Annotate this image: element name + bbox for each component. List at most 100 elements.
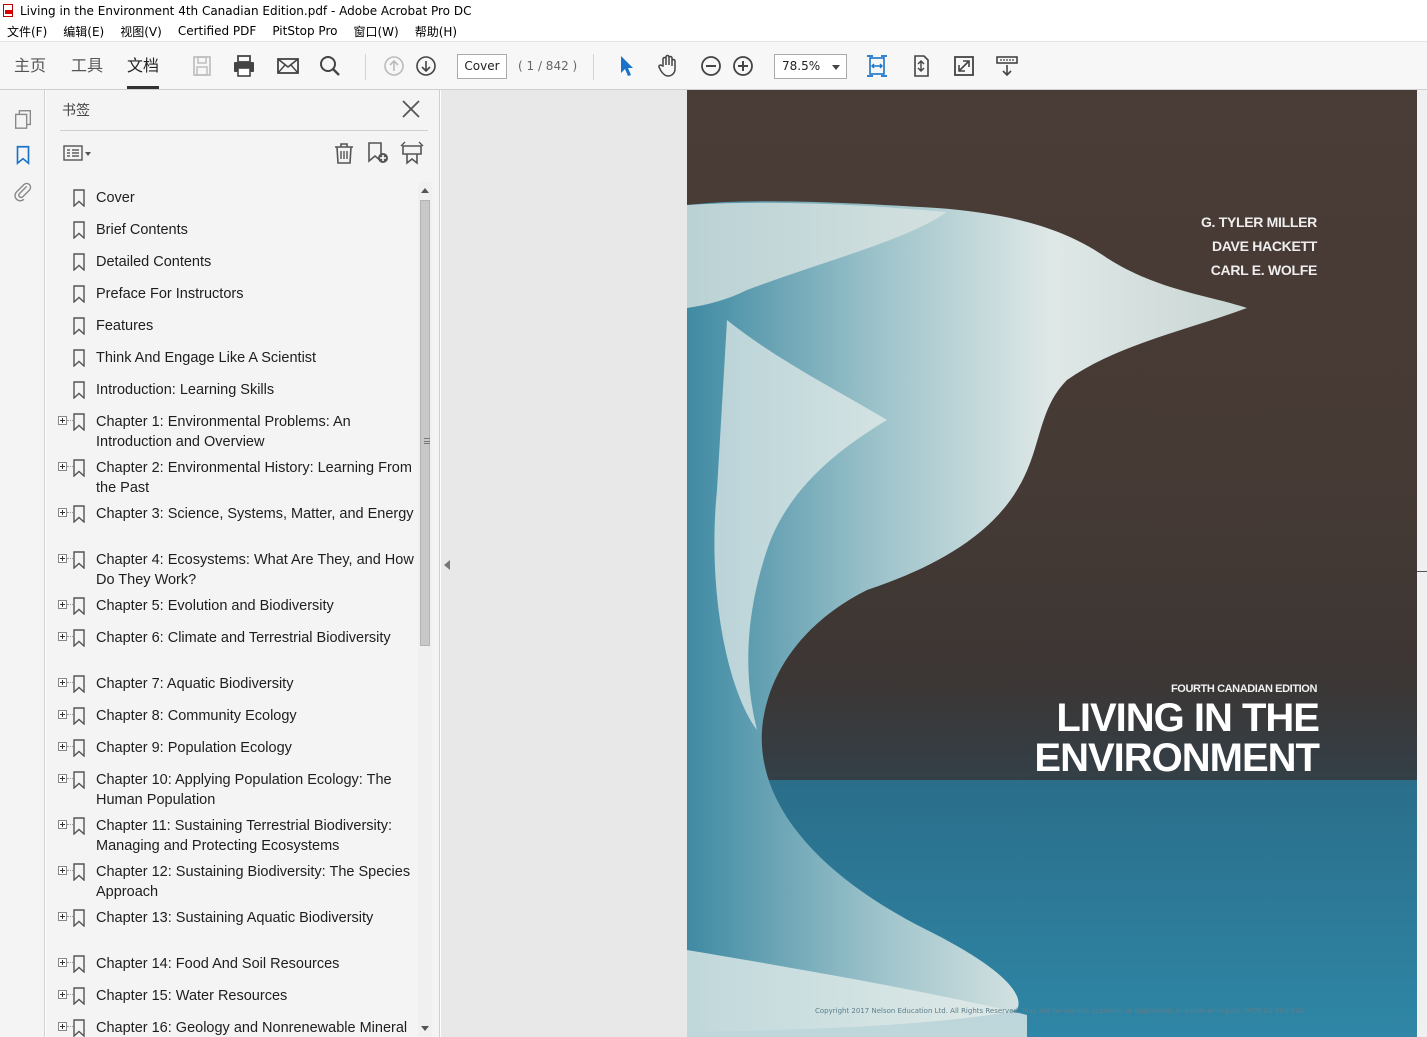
menu-window[interactable]: 窗口(W) bbox=[345, 23, 406, 40]
close-icon[interactable] bbox=[400, 98, 422, 120]
menu-file[interactable]: 文件(F) bbox=[0, 23, 55, 40]
expand-icon[interactable] bbox=[58, 678, 67, 687]
bookmark-label: Cover bbox=[96, 190, 135, 206]
expand-icon[interactable] bbox=[58, 508, 67, 517]
menu-certified-pdf[interactable]: Certified PDF bbox=[170, 24, 265, 38]
expand-icon[interactable] bbox=[58, 912, 67, 921]
page-number-input[interactable]: Cover bbox=[457, 54, 507, 79]
expand-icon[interactable] bbox=[58, 774, 67, 783]
new-bookmark-icon[interactable] bbox=[365, 140, 391, 166]
bookmark-label: Introduction: Learning Skills bbox=[96, 382, 275, 398]
bookmark-toolbar bbox=[46, 134, 440, 172]
bookmark-label: Chapter 8: Community Ecology bbox=[96, 708, 297, 724]
search-icon[interactable] bbox=[316, 52, 344, 80]
expand-icon[interactable] bbox=[58, 462, 67, 471]
bookmark-label: Preface For Instructors bbox=[96, 286, 244, 302]
full-screen-icon[interactable] bbox=[950, 52, 978, 80]
print-icon[interactable] bbox=[230, 52, 258, 80]
attachments-icon[interactable] bbox=[10, 178, 36, 204]
menu-pitstop-pro[interactable]: PitStop Pro bbox=[264, 24, 345, 38]
collapse-panel-arrow-icon[interactable] bbox=[444, 560, 450, 570]
next-page-icon[interactable] bbox=[412, 52, 440, 80]
expand-icon[interactable] bbox=[58, 820, 67, 829]
expand-icon[interactable] bbox=[58, 554, 67, 563]
document-view[interactable]: G. TYLER MILLER DAVE HACKETT CARL E. WOL… bbox=[441, 90, 1427, 1037]
bookmark-icon bbox=[73, 413, 85, 431]
panel-divider bbox=[60, 130, 428, 131]
email-icon[interactable] bbox=[274, 52, 302, 80]
scroll-up-arrow-icon[interactable] bbox=[421, 188, 429, 193]
chevron-down-icon bbox=[832, 65, 840, 70]
cover-author: CARL E. WOLFE bbox=[1210, 262, 1318, 278]
bookmark-icon bbox=[73, 597, 85, 615]
bookmark-icon bbox=[73, 253, 85, 271]
fit-width-scroll-icon[interactable] bbox=[863, 52, 891, 80]
zoom-level-select[interactable]: 78.5% bbox=[774, 54, 847, 79]
zoom-in-icon[interactable] bbox=[729, 52, 757, 80]
bookmark-label: Chapter 1: Environmental Problems: An In… bbox=[96, 414, 351, 450]
cover-author: G. TYLER MILLER bbox=[1200, 214, 1317, 230]
expand-icon[interactable] bbox=[58, 600, 67, 609]
bookmark-icon bbox=[73, 459, 85, 477]
expand-icon[interactable] bbox=[58, 416, 67, 425]
bookmark-icon bbox=[73, 629, 85, 647]
document-scrollbar[interactable] bbox=[1417, 90, 1427, 1037]
scroll-down-arrow-icon[interactable] bbox=[421, 1026, 429, 1031]
expand-icon[interactable] bbox=[58, 866, 67, 875]
bookmark-icon bbox=[73, 285, 85, 303]
bookmarks-panel: 书签 Cover Brief Contents Detailed Contents P… bbox=[46, 90, 440, 1037]
bookmark-label: Chapter 12: Sustaining Biodiversity: The… bbox=[96, 864, 411, 900]
bookmark-label: Detailed Contents bbox=[96, 254, 212, 270]
bookmark-label: Chapter 13: Sustaining Aquatic Biodivers… bbox=[96, 910, 374, 926]
expand-icon[interactable] bbox=[58, 1022, 67, 1031]
panel-title: 书签 bbox=[62, 103, 90, 119]
title-bar: Living in the Environment 4th Canadian E… bbox=[0, 0, 1427, 21]
menu-bar: 文件(F) 编辑(E) 视图(V) Certified PDF PitStop … bbox=[0, 21, 1427, 42]
window-title: Living in the Environment 4th Canadian E… bbox=[20, 3, 472, 18]
menu-help[interactable]: 帮助(H) bbox=[407, 23, 465, 40]
hand-tool-icon[interactable] bbox=[654, 52, 682, 80]
bookmarks-panel-icon[interactable] bbox=[10, 142, 36, 168]
bookmark-icon bbox=[73, 955, 85, 973]
menu-edit[interactable]: 编辑(E) bbox=[55, 23, 112, 40]
new-bookmark-from-structure-icon[interactable] bbox=[399, 140, 425, 166]
expand-icon[interactable] bbox=[58, 710, 67, 719]
bookmark-icon bbox=[73, 317, 85, 335]
cover-copyright: Copyright 2017 Nelson Education Ltd. All… bbox=[815, 1007, 1305, 1015]
expand-icon[interactable] bbox=[58, 958, 67, 967]
page-thumbnails-icon[interactable] bbox=[10, 106, 36, 132]
bookmark-label: Chapter 6: Climate and Terrestrial Biodi… bbox=[96, 630, 391, 646]
fit-page-icon[interactable] bbox=[907, 52, 935, 80]
save-icon[interactable] bbox=[188, 52, 216, 80]
bookmark-label: Chapter 15: Water Resources bbox=[96, 988, 288, 1004]
bookmark-icon bbox=[73, 817, 85, 835]
scrollbar-thumb[interactable] bbox=[420, 200, 430, 646]
expand-icon[interactable] bbox=[58, 632, 67, 641]
bookmark-options-icon[interactable] bbox=[62, 140, 94, 166]
zoom-out-icon[interactable] bbox=[697, 52, 725, 80]
bookmark-scrollbar[interactable] bbox=[418, 182, 432, 1037]
menu-view[interactable]: 视图(V) bbox=[112, 23, 170, 40]
bookmark-icon bbox=[73, 349, 85, 367]
expand-icon[interactable] bbox=[58, 990, 67, 999]
cover-authors: G. TYLER MILLER DAVE HACKETT CARL E. WOL… bbox=[1201, 210, 1317, 282]
expand-icon[interactable] bbox=[58, 742, 67, 751]
tab-document[interactable]: 文档 bbox=[127, 42, 160, 89]
bookmark-label: Chapter 16: Geology and Nonrenewable Min… bbox=[96, 1020, 408, 1036]
bookmark-label: Chapter 11: Sustaining Terrestrial Biodi… bbox=[96, 818, 393, 854]
previous-page-icon[interactable] bbox=[380, 52, 408, 80]
delete-bookmark-icon[interactable] bbox=[331, 140, 357, 166]
bookmark-icon bbox=[73, 987, 85, 1005]
select-cursor-icon[interactable] bbox=[612, 52, 640, 80]
bookmark-icon bbox=[73, 771, 85, 789]
read-mode-icon[interactable] bbox=[993, 52, 1021, 80]
bookmark-label: Chapter 7: Aquatic Biodiversity bbox=[96, 676, 294, 692]
tab-home[interactable]: 主页 bbox=[14, 42, 46, 89]
bookmark-icon bbox=[73, 189, 85, 207]
toolbar-separator bbox=[365, 54, 366, 80]
cover-author: DAVE HACKETT bbox=[1211, 238, 1317, 254]
tab-tools[interactable]: 工具 bbox=[71, 42, 103, 89]
navigation-rail bbox=[0, 90, 45, 1037]
zoom-level-value: 78.5% bbox=[782, 59, 821, 73]
cover-title: LIVING IN THE ENVIRONMENT bbox=[1034, 698, 1320, 778]
